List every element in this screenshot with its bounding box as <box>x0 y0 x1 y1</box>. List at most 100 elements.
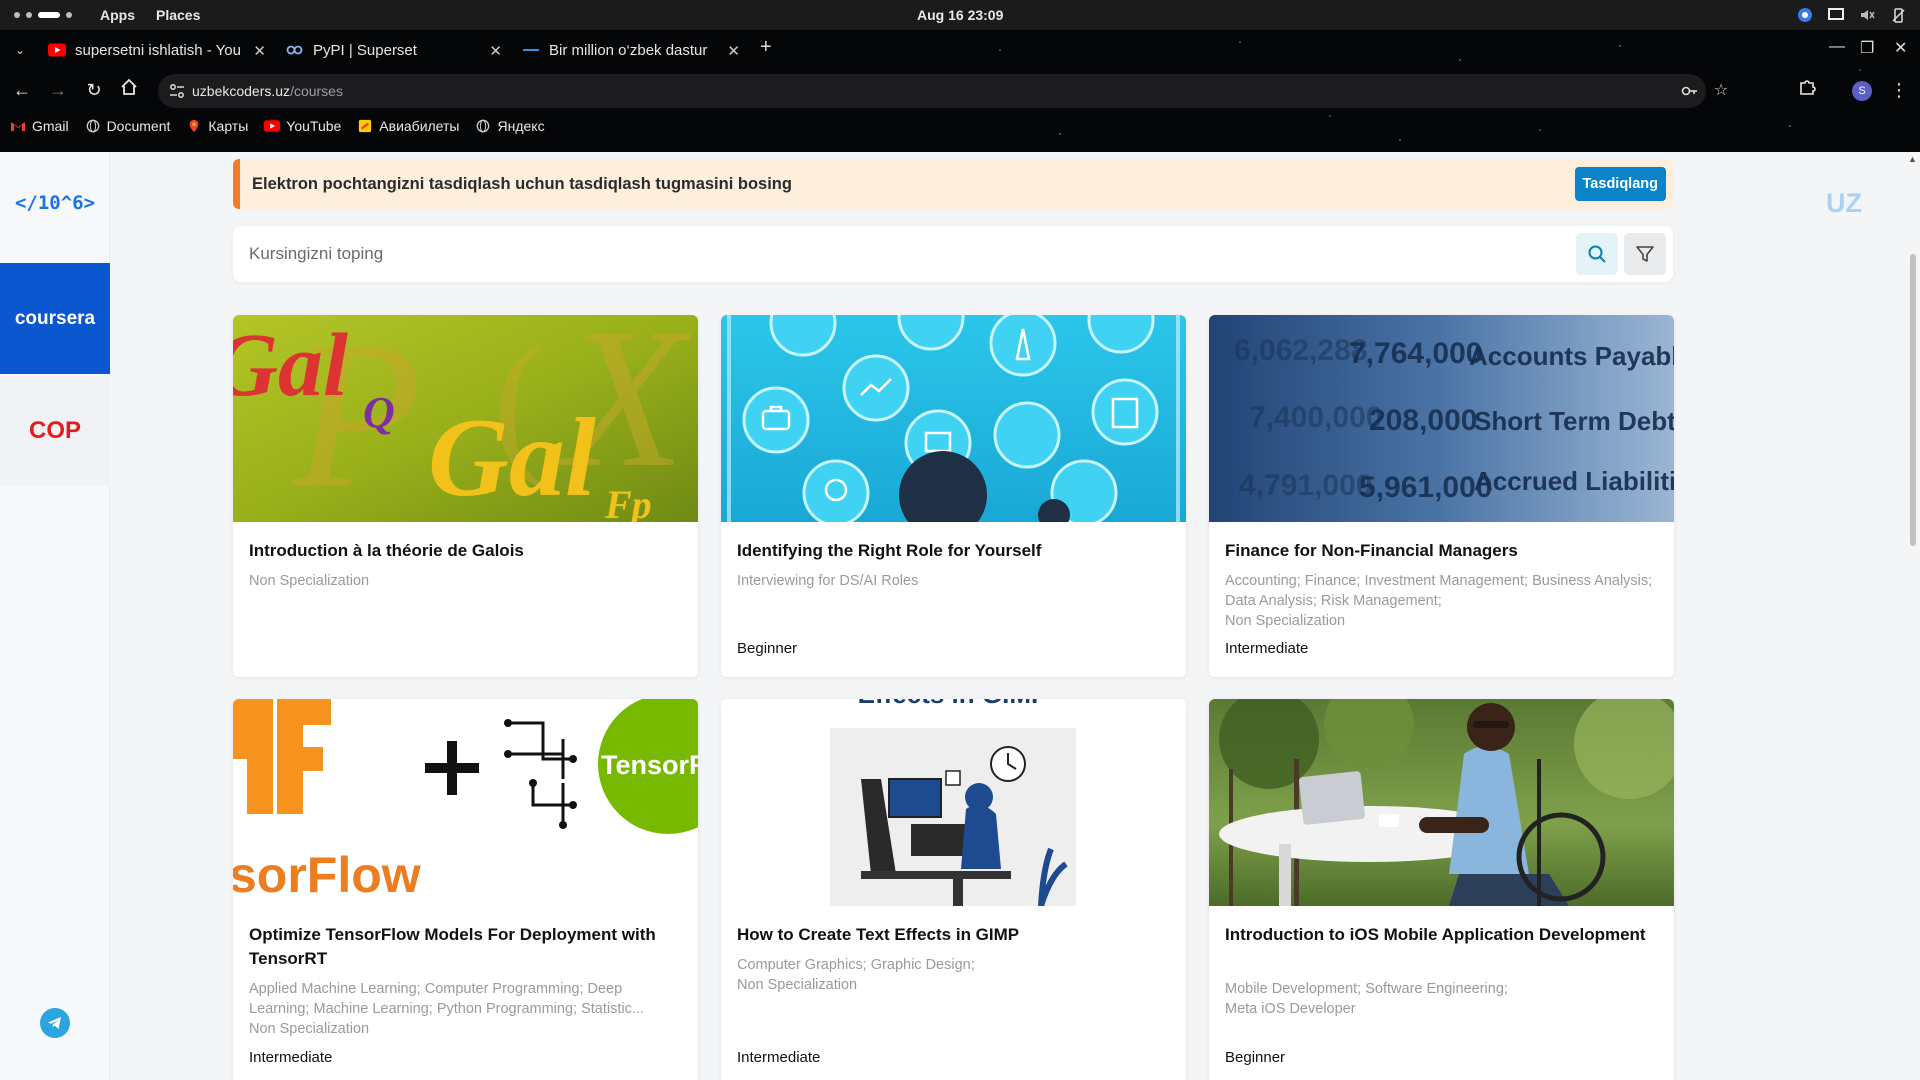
puzzle-icon <box>1800 80 1816 95</box>
scroll-thumb[interactable] <box>1910 254 1916 546</box>
close-window-button[interactable]: ✕ <box>1894 38 1907 58</box>
bookmark-document[interactable]: Document <box>85 118 170 134</box>
page-content: </10^6> coursera COP UZ ▲ Elektron pocht… <box>0 152 1920 1080</box>
course-title[interactable]: Finance for Non-Financial Managers <box>1225 539 1655 563</box>
thumb-text: sorFlow <box>233 847 421 903</box>
browser-menu-button[interactable]: ⋮ <box>1887 78 1911 102</box>
gmail-icon <box>11 122 25 131</box>
course-search-bar <box>233 226 1673 282</box>
course-title[interactable]: Introduction to iOS Mobile Application D… <box>1225 923 1655 947</box>
password-key-icon[interactable] <box>1680 82 1698 100</box>
course-level: Intermediate <box>249 1049 333 1066</box>
bookmark-tickets[interactable]: Авиабилеты <box>357 118 459 134</box>
browser-tray-icon[interactable] <box>1796 6 1813 23</box>
course-thumbnail: P X ( Gal Q Gal Fp <box>233 315 698 522</box>
course-specialization: Non Specialization <box>249 1021 370 1037</box>
places-menu[interactable]: Places <box>156 7 200 23</box>
course-tags: Non Specialization <box>249 573 370 589</box>
bookmark-yandex[interactable]: Яндекс <box>475 118 545 134</box>
course-card[interactable]: sorFlow TensorR Optimize TensorFlow Mode… <box>233 699 698 1080</box>
bookmark-label: YouTube <box>286 118 342 134</box>
globe-icon <box>477 119 490 133</box>
search-button[interactable] <box>1576 233 1618 275</box>
language-switch[interactable]: UZ <box>1826 188 1862 219</box>
search-input[interactable] <box>249 239 1549 269</box>
sidebar-item-coursera[interactable]: coursera <box>0 263 110 374</box>
minimize-button[interactable]: — <box>1829 38 1845 56</box>
tab-search-dropdown[interactable]: ⌄ <box>10 40 30 60</box>
tab-close-icon[interactable]: ✕ <box>489 42 502 60</box>
tickets-icon <box>359 119 372 133</box>
sidebar: </10^6> coursera COP <box>0 152 110 1080</box>
browser-chrome: ⌄ supersetni ishlatish - You ✕ PyPI | Su… <box>0 30 1920 152</box>
course-card[interactable]: Effects in GIMP How to Create Text Effec… <box>721 699 1186 1080</box>
telegram-button[interactable] <box>40 1008 70 1038</box>
course-title[interactable]: Introduction à la théorie de Galois <box>249 539 679 563</box>
url-text: uzbekcoders.uz/courses <box>192 83 343 99</box>
system-tray <box>1796 6 1906 23</box>
bookmark-star-icon[interactable]: ☆ <box>1712 82 1730 100</box>
course-tags: Mobile Development; Software Engineering… <box>1225 979 1655 1019</box>
home-icon <box>121 78 137 95</box>
bookmark-maps[interactable]: Карты <box>186 118 248 134</box>
screen-icon[interactable] <box>1827 6 1844 23</box>
course-level: Beginner <box>1225 1049 1286 1066</box>
mute-icon[interactable] <box>1858 6 1875 23</box>
course-level: Intermediate <box>1225 640 1309 657</box>
address-bar[interactable]: uzbekcoders.uz/courses ☆ <box>158 74 1728 108</box>
extensions-button[interactable] <box>1795 78 1819 102</box>
profile-avatar[interactable]: S <box>1852 81 1872 101</box>
tab-pypi[interactable]: PyPI | Superset ✕ <box>286 34 502 66</box>
course-tags: Computer Graphics; Graphic Design; Non S… <box>737 955 1167 995</box>
course-card[interactable]: Introduction to iOS Mobile Application D… <box>1209 699 1674 1080</box>
pypi-icon <box>286 45 303 55</box>
bookmark-label: Карты <box>208 118 249 134</box>
restore-button[interactable]: ❐ <box>1860 38 1874 58</box>
course-tags-text: Computer Graphics; Graphic Design; <box>737 957 975 973</box>
site-icon <box>523 49 539 51</box>
bookmark-youtube[interactable]: YouTube <box>264 118 341 134</box>
battery-icon[interactable] <box>1889 6 1906 23</box>
thumb-text: Effects in GIMP <box>858 699 1049 709</box>
course-title[interactable]: Identifying the Right Role for Yourself <box>737 539 1167 563</box>
tab-title: PyPI | Superset <box>313 41 417 59</box>
email-verify-alert: Elektron pochtangizni tasdiqlash uchun t… <box>233 159 1673 209</box>
bookmark-label: Авиабилеты <box>379 118 460 134</box>
tab-youtube[interactable]: supersetni ishlatish - You ✕ <box>48 34 266 66</box>
course-card[interactable]: Identifying the Right Role for Yourself … <box>721 315 1186 677</box>
apps-menu[interactable]: Apps <box>100 7 135 23</box>
tab-close-icon[interactable]: ✕ <box>727 42 740 60</box>
workspace-indicator[interactable] <box>14 12 72 18</box>
course-title[interactable]: Optimize TensorFlow Models For Deploymen… <box>249 923 679 971</box>
tab-uzbekcoders[interactable]: Bir million o‘zbek dastur ✕ <box>522 34 740 66</box>
course-card[interactable]: P X ( Gal Q Gal Fp Introduction à la thé… <box>233 315 698 677</box>
course-level: Beginner <box>737 640 798 657</box>
course-tags-text: Mobile Development; Software Engineering… <box>1225 981 1508 997</box>
reload-button[interactable]: ↻ <box>82 78 106 102</box>
filter-button[interactable] <box>1624 233 1666 275</box>
telegram-icon <box>48 1017 61 1029</box>
scroll-up-arrow[interactable]: ▲ <box>1908 154 1917 164</box>
bookmark-label: Яндекс <box>497 118 545 134</box>
back-button[interactable]: ← <box>10 78 34 102</box>
course-tags-text: Accounting; Finance; Investment Manageme… <box>1225 573 1653 609</box>
site-logo[interactable]: </10^6> <box>0 192 110 214</box>
course-specialization: Non Specialization <box>737 977 858 993</box>
filter-icon <box>1636 246 1654 262</box>
forward-button[interactable]: → <box>46 78 70 102</box>
home-button[interactable] <box>117 78 141 102</box>
course-title[interactable]: How to Create Text Effects in GIMP <box>737 923 1167 947</box>
search-icon <box>1588 245 1606 263</box>
sidebar-item-cop[interactable]: COP <box>0 375 110 486</box>
verify-button[interactable]: Tasdiqlang <box>1574 167 1666 201</box>
site-settings-icon[interactable] <box>168 82 186 100</box>
new-tab-button[interactable]: + <box>760 36 772 59</box>
page-scrollbar[interactable]: ▲ <box>1906 152 1920 1080</box>
clock[interactable]: Aug 16 23:09 <box>917 7 1003 23</box>
youtube-icon <box>264 120 281 132</box>
course-card[interactable]: 6,062,288 7,764,000 Accounts Payable 7,4… <box>1209 315 1674 677</box>
bookmark-gmail[interactable]: Gmail <box>10 118 69 134</box>
course-thumbnail <box>721 315 1186 522</box>
tab-close-icon[interactable]: ✕ <box>253 42 266 60</box>
course-thumbnail: 6,062,288 7,764,000 Accounts Payable 7,4… <box>1209 315 1674 522</box>
